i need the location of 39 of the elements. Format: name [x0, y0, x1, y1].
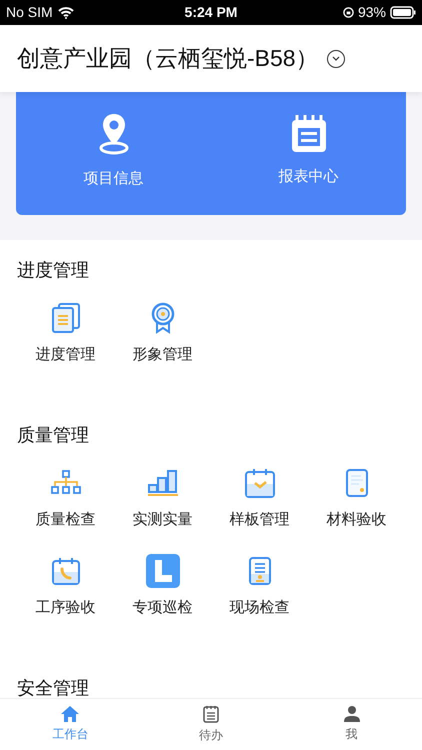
section-title: 进度管理 — [16, 259, 90, 282]
battery-icon — [390, 6, 416, 19]
wifi-icon — [58, 6, 74, 18]
menu-item[interactable]: 实测实量 — [114, 464, 211, 531]
bar-chart-icon — [146, 468, 178, 496]
tab-item[interactable]: 我 — [281, 699, 422, 750]
lock-rotation-icon — [342, 7, 354, 18]
section-title: 质量管理 — [16, 424, 90, 446]
tab-item[interactable]: 待办 — [140, 699, 282, 750]
medal-icon — [150, 302, 176, 334]
notepad-icon — [203, 705, 219, 723]
chevron-down-icon — [332, 56, 340, 61]
calendar-check-icon — [244, 466, 276, 498]
document-icon — [344, 468, 368, 498]
menu-item[interactable]: 工序验收 — [17, 553, 114, 620]
documents-icon — [50, 302, 80, 334]
person-icon — [344, 706, 360, 722]
letter-l-tile-icon — [146, 554, 180, 588]
quick-action[interactable]: 报表中心 — [211, 92, 406, 215]
menu-item[interactable]: 质量检查 — [17, 464, 114, 531]
certificate-icon — [248, 556, 272, 586]
menu-item[interactable]: 形象管理 — [114, 300, 211, 366]
menu-item[interactable]: 现场检查 — [211, 553, 308, 620]
dropdown-button[interactable] — [326, 50, 345, 68]
carrier-label: No SIM — [6, 3, 53, 22]
menu-item[interactable]: 样板管理 — [211, 464, 308, 531]
location-pin-icon — [98, 112, 130, 156]
hierarchy-icon — [50, 470, 80, 496]
menu-item[interactable]: 材料验收 — [308, 464, 405, 531]
home-icon — [61, 706, 80, 722]
menu-item[interactable]: 进度管理 — [17, 300, 114, 366]
menu-item[interactable]: 专项巡检 — [114, 553, 211, 620]
calendar-icon — [290, 114, 328, 154]
section-title: 安全管理 — [16, 676, 90, 698]
calendar-phone-icon — [50, 556, 80, 586]
project-title: 创意产业园（云栖玺悦-B58） — [17, 44, 319, 74]
quick-action[interactable]: 项目信息 — [16, 92, 211, 215]
battery-percent: 93% — [358, 3, 386, 22]
clock-label: 5:24 PM — [184, 3, 238, 22]
